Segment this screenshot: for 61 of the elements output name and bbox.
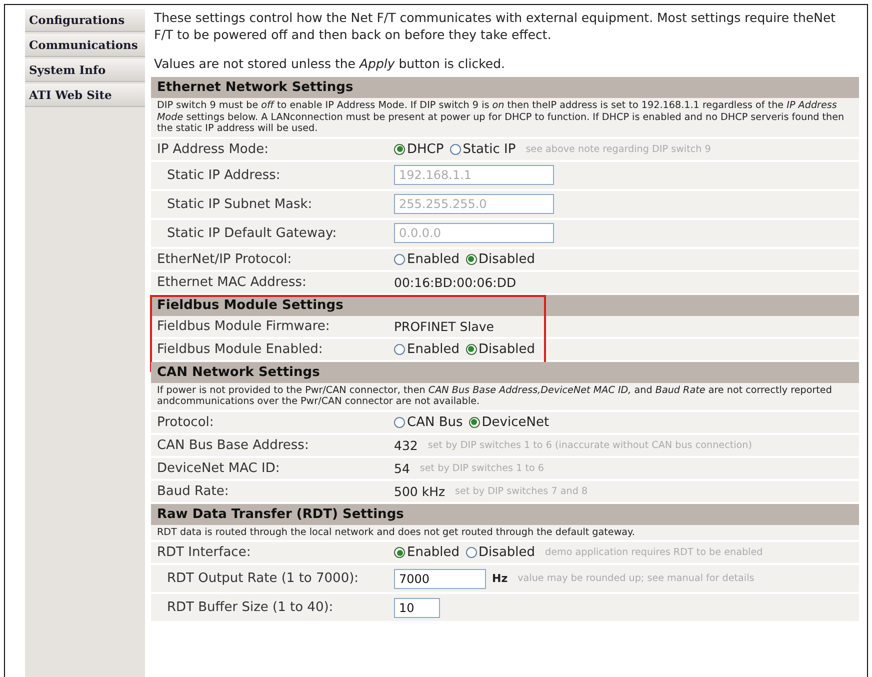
setting-label: EtherNet/IP Protocol: [156, 252, 293, 266]
hint-text: set by DIP switches 1 to 6 [420, 462, 544, 474]
setting-label: CAN Bus Base Address: [156, 438, 310, 452]
value-text: PROFINET Slave [394, 318, 494, 334]
setting-label: RDT Interface: [156, 545, 252, 560]
value-text: 500 kHz [394, 484, 446, 498]
radio-icon[interactable] [466, 254, 477, 264]
value-text: 54 [394, 460, 410, 476]
radio-icon[interactable] [450, 144, 461, 154]
radio-option[interactable]: Disabled [466, 252, 536, 266]
radio-option[interactable]: Enabled [394, 545, 460, 560]
unit-label: Hz [492, 572, 508, 585]
section-title: Raw Data Transfer (RDT) Settings [151, 504, 859, 524]
sidebar-item[interactable]: ATI Web Site [25, 84, 145, 107]
setting-label: Fieldbus Module Enabled: [156, 342, 324, 356]
sidebar-item[interactable]: Communications [25, 34, 145, 57]
hint-text: demo application requires RDT to be enabled [545, 547, 763, 558]
radio-icon[interactable] [466, 344, 477, 354]
setting-label: Static IP Default Gateway: [166, 226, 338, 240]
radio-icon[interactable] [394, 547, 405, 558]
setting-label: Fieldbus Module Firmware: [156, 318, 331, 334]
radio-icon[interactable] [394, 254, 405, 264]
input-field[interactable]: 7000 [394, 568, 486, 588]
intro-text: Values are not stored unless the Apply button is clicked. [153, 55, 506, 72]
sidebar-item[interactable]: Configurations [25, 9, 145, 32]
radio-option[interactable]: Disabled [466, 342, 536, 356]
setting-label: Baud Rate: [156, 484, 230, 498]
section-note: RDT data is routed through the local network and does not get routed through the default gateway. [151, 524, 859, 542]
value-text: 432 [394, 438, 418, 452]
setting-label: DeviceNet MAC ID: [156, 460, 281, 476]
radio-icon[interactable] [468, 416, 480, 428]
value-text: 00:16:BD:00:06:DD [394, 274, 516, 290]
radio-icon[interactable] [394, 144, 405, 154]
hint-text: see above note regarding DIP switch 9 [526, 144, 711, 154]
radio-option[interactable]: Enabled [394, 252, 460, 266]
hint-text: set by DIP switches 1 to 6 (inaccurate without CAN bus connection) [428, 440, 752, 450]
radio-icon[interactable] [394, 344, 405, 354]
input-field[interactable]: 10 [394, 598, 440, 618]
section-title: CAN Network Settings [151, 362, 859, 382]
setting-label: RDT Output Rate (1 to 7000): [166, 571, 360, 586]
radio-option[interactable]: Disabled [466, 545, 536, 560]
radio-option[interactable]: Enabled [394, 342, 460, 356]
setting-label: IP Address Mode: [156, 142, 270, 156]
radio-icon[interactable] [394, 416, 405, 428]
intro-text: These settings control how the Net F/T communicates with external equipment. Most settings require theNet F/T to be powered off and then back on before they take effect. [153, 9, 837, 43]
radio-option[interactable]: DeviceNet [468, 414, 550, 430]
section-title: Fieldbus Module Settings [151, 294, 859, 316]
section-title: Ethernet Network Settings [151, 77, 859, 98]
setting-label: Static IP Address: [166, 168, 282, 182]
setting-label: Static IP Subnet Mask: [166, 196, 314, 212]
setting-label: Protocol: [156, 414, 215, 430]
radio-option[interactable]: CAN Bus [394, 414, 463, 430]
radio-icon[interactable] [466, 547, 477, 558]
hint-text: set by DIP switches 7 and 8 [455, 486, 588, 496]
sidebar-item[interactable]: System Info [25, 59, 145, 82]
section-note: If power is not provided to the Pwr/CAN connector, then CAN Bus Base Address,DeviceNet MAC ID, and Baud Rate are not correctly reported andcommunications over the Pwr/CAN connector are not available. [151, 382, 859, 412]
radio-option[interactable]: Static IP [450, 142, 516, 156]
radio-option[interactable]: DHCP [394, 142, 444, 156]
setting-label: RDT Buffer Size (1 to 40): [166, 600, 334, 615]
hint-text: value may be rounded up; see manual for details [518, 573, 754, 584]
setting-label: Ethernet MAC Address: [156, 274, 308, 290]
